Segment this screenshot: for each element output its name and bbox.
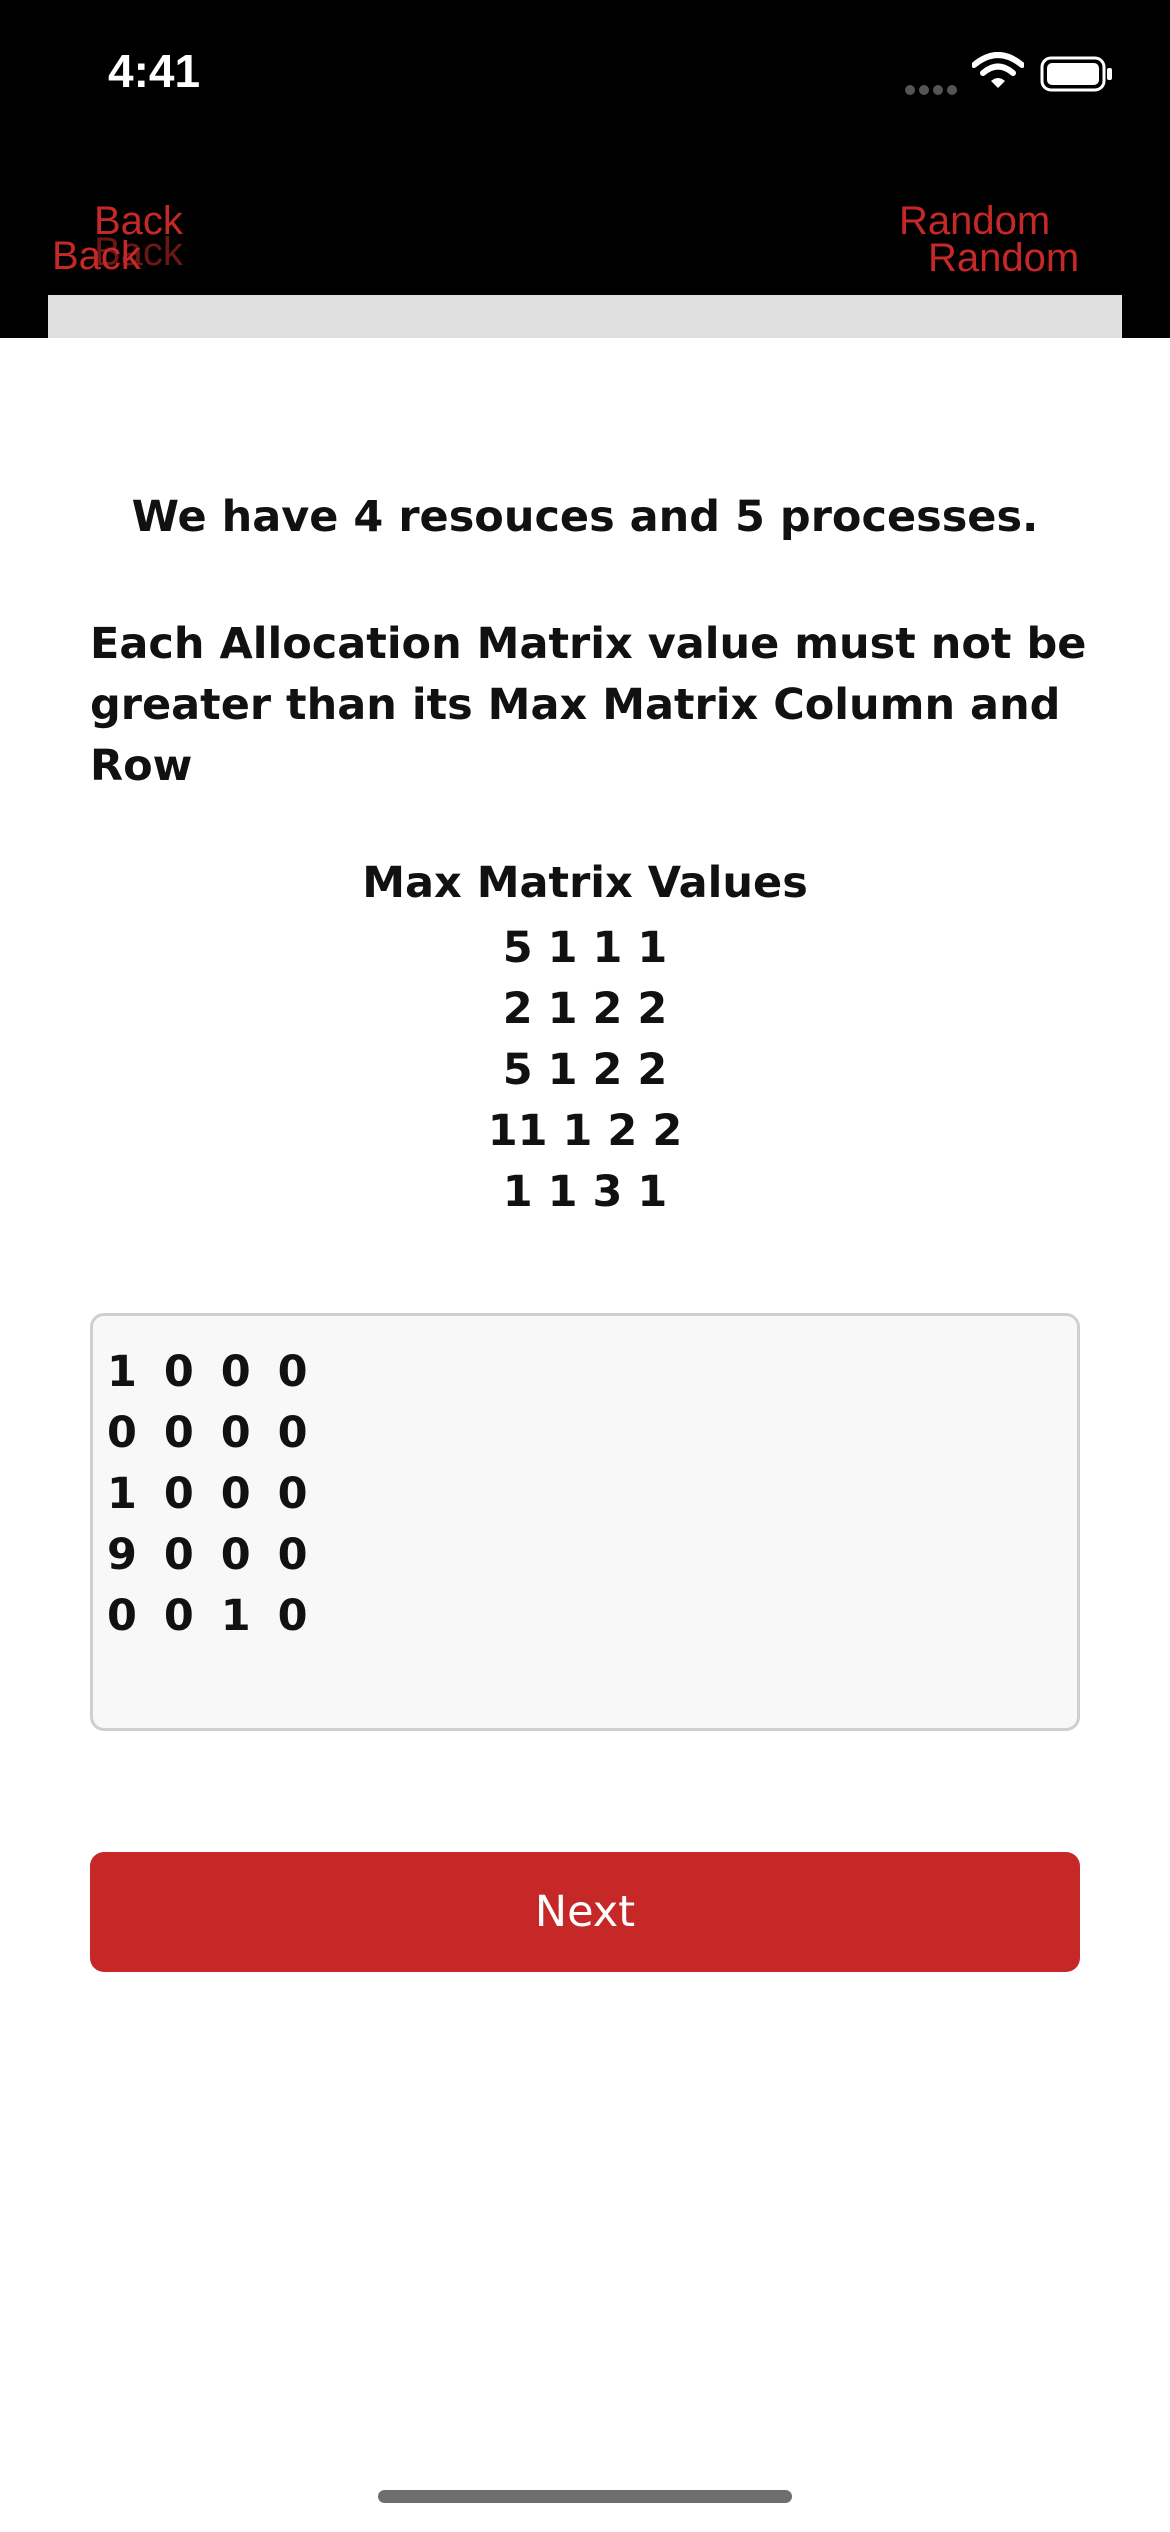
- max-matrix-row: 5 1 1 1: [502, 923, 668, 973]
- battery-icon: [1040, 56, 1114, 96]
- intro-text: We have 4 resouces and 5 processes.: [131, 492, 1039, 542]
- random-button-label[interactable]: Random: [899, 201, 1050, 241]
- top-bar: 4:41 Back Back Back Random Random: [0, 0, 1170, 338]
- max-matrix-values: 5 1 1 1 2 1 2 2 5 1 2 2 11 1 2 2 1 1 3 1: [0, 918, 1170, 1223]
- back-button[interactable]: Back: [52, 236, 141, 276]
- max-matrix-row: 1 1 3 1: [502, 1167, 668, 1217]
- random-button[interactable]: Random: [928, 238, 1079, 278]
- rule-text: Each Allocation Matrix value must not be…: [90, 619, 1087, 791]
- home-indicator: [378, 2490, 792, 2503]
- max-matrix-row: 2 1 2 2: [502, 984, 668, 1034]
- status-time: 4:41: [108, 45, 201, 97]
- max-matrix-row: 11 1 2 2: [487, 1106, 683, 1156]
- max-matrix-title: Max Matrix Values: [362, 858, 808, 908]
- wifi-icon: [971, 52, 1025, 94]
- signal-icon: [905, 80, 961, 99]
- nav-strip: [48, 295, 1122, 338]
- allocation-matrix-input[interactable]: 1 0 0 0 0 0 0 0 1 0 0 0 9 0 0 0 0 0 1 0: [90, 1313, 1080, 1731]
- next-button[interactable]: Next: [90, 1852, 1080, 1972]
- max-matrix-row: 5 1 2 2: [502, 1045, 668, 1095]
